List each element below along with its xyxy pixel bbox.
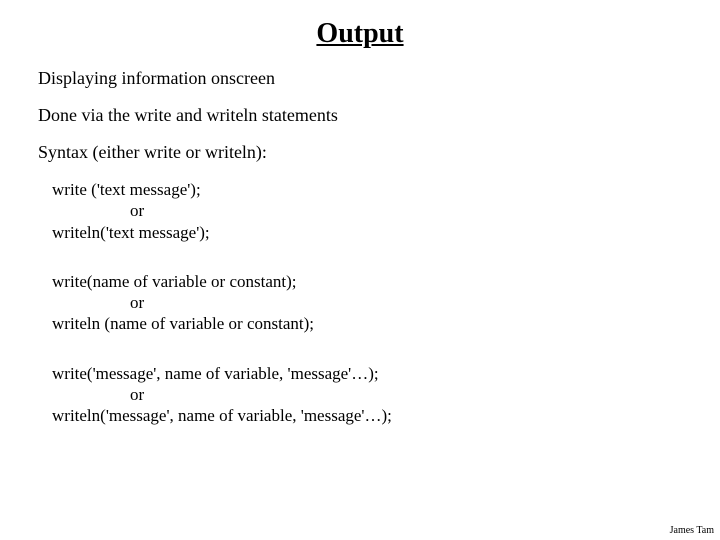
page-title: Output: [38, 18, 682, 50]
syntax-line: writeln (name of variable or constant);: [52, 313, 682, 334]
syntax-line: writeln('message', name of variable, 'me…: [52, 405, 682, 426]
syntax-block-1: write ('text message'); or writeln('text…: [52, 179, 682, 243]
or-separator: or: [130, 200, 682, 221]
or-separator: or: [130, 292, 682, 313]
syntax-line: write ('text message');: [52, 179, 682, 200]
intro-line-1: Displaying information onscreen: [38, 68, 682, 89]
syntax-block-2: write(name of variable or constant); or …: [52, 271, 682, 335]
or-separator: or: [130, 384, 682, 405]
syntax-line: write(name of variable or constant);: [52, 271, 682, 292]
intro-line-2: Done via the write and writeln statement…: [38, 105, 682, 126]
syntax-line: write('message', name of variable, 'mess…: [52, 363, 682, 384]
author-footer: James Tam: [670, 525, 714, 536]
syntax-block-3: write('message', name of variable, 'mess…: [52, 363, 682, 427]
slide: Output Displaying information onscreen D…: [0, 0, 720, 426]
syntax-line: writeln('text message');: [52, 222, 682, 243]
intro-line-3: Syntax (either write or writeln):: [38, 142, 682, 163]
